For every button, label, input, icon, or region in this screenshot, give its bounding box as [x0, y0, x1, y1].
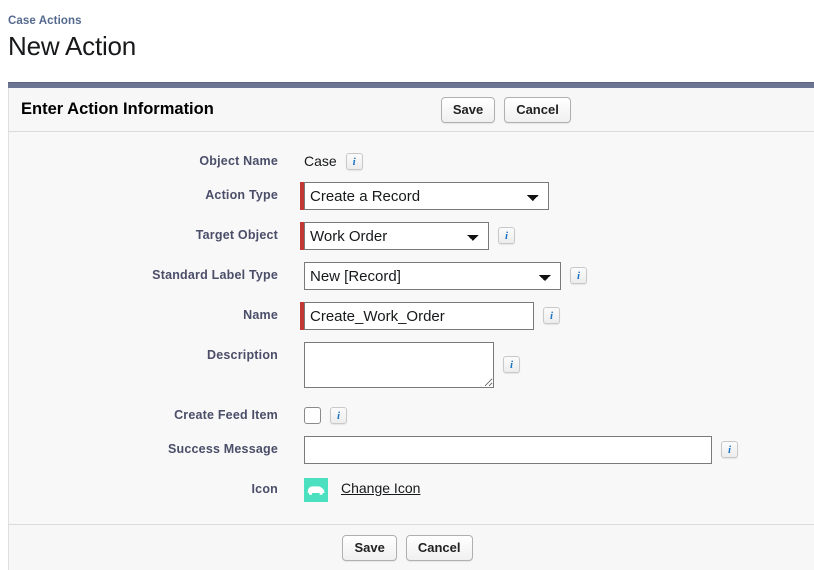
save-button-top[interactable]: Save — [440, 96, 496, 123]
form-body: Object Name Case i Action Type Create a … — [8, 132, 814, 524]
row-object-name: Object Name Case i — [9, 148, 814, 170]
panel-header-actions: Save Cancel — [440, 96, 571, 123]
van-icon — [304, 478, 328, 502]
field-object-name: Case i — [300, 148, 363, 170]
van-icon-glyph — [307, 486, 325, 495]
action-form-panel: Enter Action Information Save Cancel Obj… — [8, 82, 814, 570]
field-create-feed-item: i — [300, 402, 347, 424]
info-icon-object-name[interactable]: i — [345, 153, 363, 170]
name-input[interactable] — [304, 302, 534, 330]
field-action-type: Create a Record — [300, 182, 549, 210]
cancel-button-top[interactable]: Cancel — [504, 96, 571, 123]
label-description: Description — [207, 348, 278, 362]
label-icon: Icon — [251, 482, 278, 496]
cancel-button-bottom[interactable]: Cancel — [405, 534, 473, 561]
save-button-bottom[interactable]: Save — [342, 534, 397, 561]
info-icon-name[interactable]: i — [543, 307, 560, 324]
target-object-select[interactable]: Work Order — [304, 222, 489, 250]
field-description: i — [300, 342, 520, 388]
row-target-object: Target Object Work Order i — [9, 222, 814, 250]
field-name: i — [300, 302, 560, 330]
row-action-type: Action Type Create a Record — [9, 182, 814, 210]
label-create-feed-item: Create Feed Item — [174, 408, 278, 422]
label-success-message: Success Message — [167, 442, 278, 456]
field-standard-label-type: New [Record] i — [300, 262, 587, 290]
row-standard-label-type: Standard Label Type New [Record] i — [9, 262, 814, 290]
label-target-object: Target Object — [195, 228, 278, 242]
panel-title: Enter Action Information — [21, 100, 214, 118]
panel-header: Enter Action Information Save Cancel — [8, 88, 814, 132]
field-target-object: Work Order i — [300, 222, 515, 250]
change-icon-link[interactable]: Change Icon — [341, 476, 420, 496]
action-type-select[interactable]: Create a Record — [304, 182, 549, 210]
row-success-message: Success Message i — [9, 436, 814, 464]
row-icon: Icon Change Icon — [9, 476, 814, 502]
info-icon-success-message[interactable]: i — [721, 441, 738, 458]
label-action-type: Action Type — [205, 188, 278, 202]
standard-label-type-select[interactable]: New [Record] — [304, 262, 561, 290]
create-feed-item-checkbox[interactable] — [304, 407, 321, 424]
description-textarea[interactable] — [304, 342, 494, 388]
label-standard-label-type: Standard Label Type — [152, 268, 278, 282]
label-object-name: Object Name — [199, 154, 278, 168]
value-object-name: Case — [304, 153, 337, 169]
page-title: New Action — [8, 31, 137, 61]
panel-footer: Save Cancel — [8, 524, 814, 570]
success-message-input[interactable] — [304, 436, 712, 464]
label-name: Name — [243, 308, 278, 322]
info-icon-description[interactable]: i — [503, 356, 520, 373]
row-description: Description i — [9, 342, 814, 388]
row-create-feed-item: Create Feed Item i — [9, 402, 814, 424]
field-success-message: i — [300, 436, 738, 464]
field-icon: Change Icon — [300, 476, 420, 502]
info-icon-target-object[interactable]: i — [498, 227, 515, 244]
page-header: Case Actions New Action — [0, 0, 814, 62]
info-icon-standard-label-type[interactable]: i — [570, 267, 587, 284]
breadcrumb[interactable]: Case Actions — [8, 14, 814, 28]
panel-footer-actions: Save Cancel — [342, 534, 473, 561]
row-name: Name i — [9, 302, 814, 330]
info-icon-create-feed-item[interactable]: i — [330, 407, 347, 424]
